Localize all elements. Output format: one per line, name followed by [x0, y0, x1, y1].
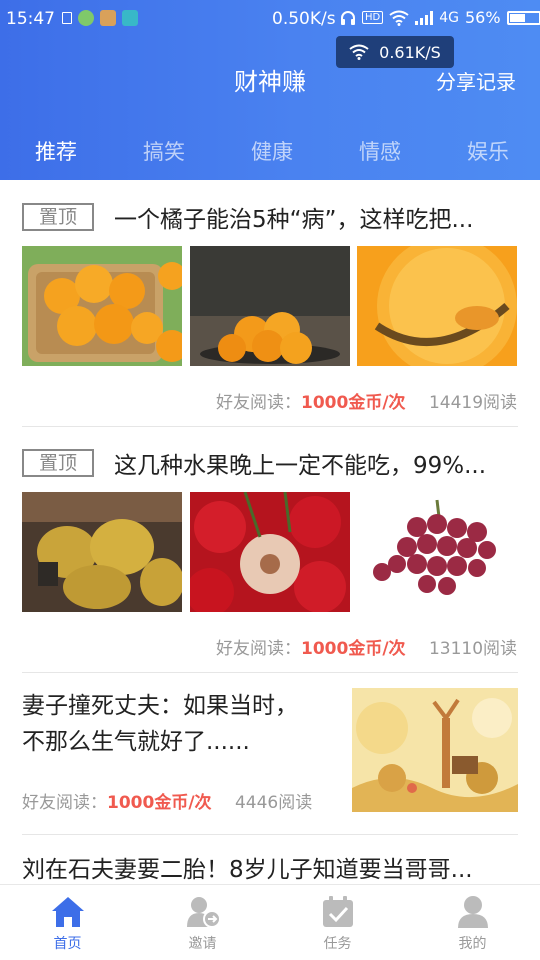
- category-tabs: 推荐 搞笑 健康 情感 娱乐: [0, 136, 540, 166]
- article-title: 置顶 这几种水果晚上一定不能吃，99%...: [22, 446, 518, 478]
- read-count: 13110阅读: [428, 639, 518, 659]
- home-icon: [51, 897, 84, 927]
- article-title: 妻子撞死丈夫：如果当时， 不那么生气就好了......: [22, 688, 332, 760]
- wifi-icon: [349, 44, 369, 60]
- coin-reward: 1000金币/次: [107, 793, 212, 813]
- bottom-navigation: 首页 邀请 任务 我的: [0, 884, 540, 960]
- friend-read-label: 好友阅读：: [216, 639, 301, 659]
- durian-image: [22, 492, 182, 612]
- article-title: 置顶 一个橘子能治5种“病”，这样吃把...: [22, 200, 518, 232]
- article-title-text: 一个橘子能治5种“病”，这样吃把...: [114, 207, 474, 232]
- coin-reward: 1000金币/次: [301, 393, 406, 413]
- article-card[interactable]: 置顶 一个橘子能治5种“病”，这样吃把... 好友阅读：1000金币/次 1441…: [22, 200, 518, 413]
- app-header: 15:47 0.50K/s HD 4G 56% 0.61K/S 财神赚 分享记录…: [0, 0, 540, 180]
- app-notification-icon: [78, 10, 94, 26]
- tab-emotion[interactable]: 情感: [340, 136, 420, 166]
- article-title-text: 这几种水果晚上一定不能吃，99%...: [114, 453, 487, 478]
- tab-health[interactable]: 健康: [232, 136, 312, 166]
- sim-icon: [62, 12, 72, 24]
- read-count: 14419阅读: [428, 393, 518, 413]
- illustration-image: [352, 688, 518, 812]
- orange-slice-image: [357, 246, 517, 366]
- article-thumbnails: [22, 246, 518, 366]
- status-right: HD 4G 56%: [340, 8, 540, 27]
- share-records-button[interactable]: 分享记录: [436, 66, 516, 95]
- battery-percent: 56%: [465, 8, 501, 27]
- tab-recommend[interactable]: 推荐: [16, 136, 96, 166]
- article-card[interactable]: 置顶 这几种水果晚上一定不能吃，99%... 好友阅读：1000金币/次 1311…: [22, 446, 518, 659]
- pinned-badge: 置顶: [22, 203, 94, 231]
- oranges-basket-image: [22, 246, 182, 366]
- oranges-plate-image: [190, 246, 350, 366]
- nav-profile-label: 我的: [458, 936, 487, 952]
- grapes-image: [357, 492, 517, 612]
- nav-tasks[interactable]: 任务: [270, 885, 405, 960]
- friend-read-label: 好友阅读：: [22, 793, 107, 813]
- profile-icon: [457, 896, 488, 928]
- article-meta: 好友阅读：1000金币/次 14419阅读: [216, 388, 517, 413]
- wifi-icon: [389, 10, 409, 26]
- signal-icon: [415, 10, 434, 25]
- task-icon: [322, 896, 353, 927]
- nav-profile[interactable]: 我的: [405, 885, 540, 960]
- divider: [22, 426, 518, 427]
- article-meta: 好友阅读：1000金币/次 13110阅读: [216, 634, 517, 659]
- divider: [22, 834, 518, 835]
- article-card[interactable]: 妻子撞死丈夫：如果当时， 不那么生气就好了...... 好友阅读：1000金币/…: [22, 686, 518, 816]
- toast-speed: 0.61K/S: [379, 42, 441, 62]
- nav-tasks-label: 任务: [323, 936, 352, 952]
- scan-icon: [122, 10, 138, 26]
- status-time: 15:47: [6, 9, 55, 29]
- status-bar: 15:47 0.50K/s HD 4G 56%: [0, 0, 540, 38]
- article-card[interactable]: 刘在石夫妻要二胎！8岁儿子知道要当哥哥...: [22, 850, 518, 884]
- divider: [22, 672, 518, 673]
- article-meta: 好友阅读：1000金币/次 4446阅读: [22, 788, 312, 813]
- invite-user-icon: [186, 897, 221, 928]
- network-type: 4G: [439, 9, 459, 26]
- battery-icon: [506, 10, 540, 25]
- coin-reward: 1000金币/次: [301, 639, 406, 659]
- tab-funny[interactable]: 搞笑: [124, 136, 204, 166]
- headphones-icon: [341, 10, 355, 25]
- nav-invite-label: 邀请: [188, 936, 217, 952]
- pinned-badge: 置顶: [22, 449, 94, 477]
- article-thumbnails: [22, 492, 518, 612]
- read-count: 4446阅读: [234, 793, 313, 813]
- friend-read-label: 好友阅读：: [216, 393, 301, 413]
- tab-entertainment[interactable]: 娱乐: [448, 136, 528, 166]
- app-notification-icon: [100, 10, 116, 26]
- notification-icons: [62, 10, 138, 26]
- nav-home[interactable]: 首页: [0, 885, 135, 960]
- article-title: 刘在石夫妻要二胎！8岁儿子知道要当哥哥...: [22, 857, 473, 882]
- status-speed: 0.50K/s: [272, 9, 336, 29]
- nav-invite[interactable]: 邀请: [135, 885, 270, 960]
- article-title-line: 妻子撞死丈夫：如果当时，: [22, 693, 298, 719]
- hd-badge: HD: [362, 11, 384, 24]
- cherries-image: [190, 492, 350, 612]
- article-title-line: 不那么生气就好了......: [22, 729, 250, 755]
- nav-home-label: 首页: [53, 936, 82, 952]
